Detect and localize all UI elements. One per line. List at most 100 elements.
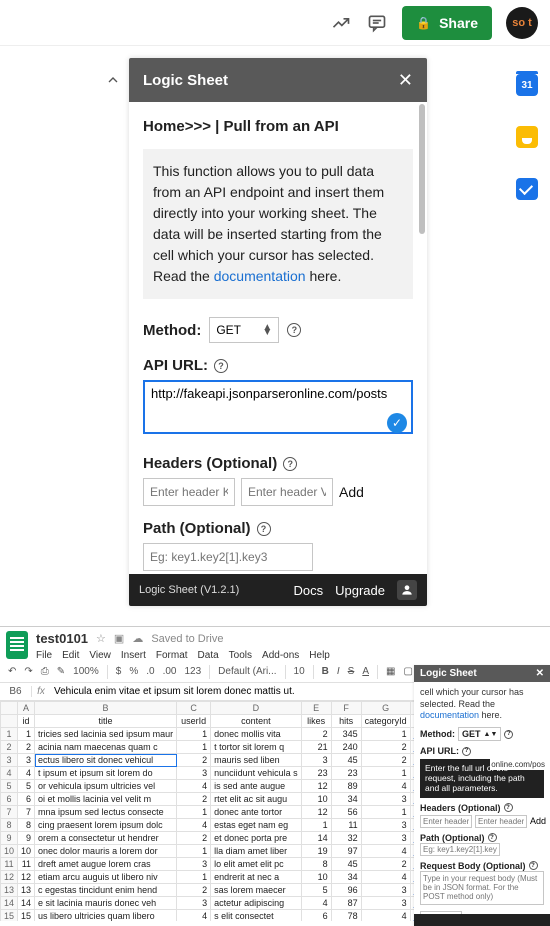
menu-insert[interactable]: Insert (121, 650, 146, 661)
url-label: API URL:? (143, 357, 413, 374)
table-row[interactable]: 44t ipsum et ipsum sit lorem do3nunciidu… (1, 767, 457, 780)
help-icon[interactable]: ? (257, 522, 271, 536)
fx-icon: fx (32, 686, 50, 697)
table-row[interactable]: 11tricies sed lacinia sed ipsum maur1don… (1, 728, 457, 741)
col-header[interactable]: G (361, 702, 410, 715)
path-input[interactable] (143, 543, 313, 571)
user-icon[interactable] (397, 580, 417, 600)
font-size[interactable]: 10 (294, 666, 305, 677)
menu-view[interactable]: View (89, 650, 111, 661)
fill-icon[interactable]: ▦ (386, 666, 395, 677)
add-header-button[interactable]: Add (530, 816, 546, 826)
comment-icon[interactable] (366, 12, 388, 34)
bold-icon[interactable]: B (322, 666, 329, 677)
menu-tools[interactable]: Tools (229, 650, 252, 661)
collapse-panel-chevron[interactable] (97, 58, 129, 102)
avatar[interactable]: so t (506, 7, 538, 39)
help-icon[interactable]: ? (488, 833, 497, 842)
select-arrows-icon: ▲▼ (262, 325, 272, 335)
italic-icon[interactable]: I (337, 666, 340, 677)
path-label: Path (Optional)? (143, 520, 413, 537)
move-icon[interactable]: ▣ (114, 632, 124, 645)
lock-icon: 🔒 (416, 16, 431, 30)
table-row[interactable]: 66oi et mollis lacinia vel velit m2rtet … (1, 793, 457, 806)
col-header[interactable]: E (301, 702, 331, 715)
table-row[interactable]: 1212etiam arcu auguis ut libero niv1endr… (1, 871, 457, 884)
spreadsheet-grid[interactable]: ABCDEFGHidtitleuserIdcontentlikeshitscat… (0, 701, 457, 921)
paint-icon[interactable]: ✎ (57, 666, 65, 677)
table-row[interactable]: 99orem a consectetur ut hendrer2et donec… (1, 832, 457, 845)
help-icon[interactable]: ? (462, 747, 471, 756)
zoom-select[interactable]: 100% (73, 666, 99, 677)
saved-label: Saved to Drive (151, 633, 223, 645)
panel-footer: Logic Sheet (V1.2.1) Docs Upgrade (129, 574, 427, 606)
method-label: Method: (143, 322, 201, 339)
help-icon[interactable]: ? (504, 730, 513, 739)
close-icon[interactable]: ✕ (536, 668, 544, 679)
menu-format[interactable]: Format (156, 650, 188, 661)
header-value-input[interactable] (475, 815, 527, 828)
path-input[interactable] (420, 843, 500, 856)
col-header[interactable]: A (18, 702, 35, 715)
menu-data[interactable]: Data (198, 650, 219, 661)
add-header-button[interactable]: Add (339, 484, 364, 500)
scrollbar[interactable] (417, 102, 427, 574)
table-row[interactable]: 1313c egestas tincidunt enim hend2sas lo… (1, 884, 457, 897)
keep-icon[interactable] (516, 126, 538, 148)
description-box: This function allows you to pull data fr… (143, 149, 413, 299)
table-row[interactable]: 1515us libero ultricies quam libero4s el… (1, 910, 457, 922)
method-select[interactable]: GET ▲▼ (209, 317, 279, 343)
documentation-link[interactable]: documentation (420, 710, 479, 720)
table-row[interactable]: 1414e sit lacinia mauris donec veh3actet… (1, 897, 457, 910)
api-url-input[interactable]: http://fakeapi.jsonparseronline.com/post… (143, 380, 413, 434)
menu-file[interactable]: File (36, 650, 52, 661)
col-header[interactable]: F (331, 702, 361, 715)
border-icon[interactable]: ▢ (403, 666, 412, 677)
calendar-icon[interactable]: 31 (516, 74, 538, 96)
header-key-input[interactable] (420, 815, 472, 828)
activity-icon[interactable] (330, 12, 352, 34)
table-row[interactable]: 77mna ipsum sed lectus consecte1donec an… (1, 806, 457, 819)
documentation-link[interactable]: documentation (214, 268, 306, 284)
cell-ref[interactable]: B6 (0, 686, 32, 697)
help-icon[interactable]: ? (529, 861, 538, 870)
col-header[interactable]: D (211, 702, 302, 715)
col-header[interactable]: B (35, 702, 177, 715)
table-row[interactable]: 88cing praesent lorem ipsum dolc4estas e… (1, 819, 457, 832)
table-row[interactable]: 55or vehicula ipsum ultricies vel4is sed… (1, 780, 457, 793)
table-row[interactable]: 1010onec dolor mauris a lorem dor1lla di… (1, 845, 457, 858)
table-row[interactable]: 1111dreft amet augue lorem cras3lo elit … (1, 858, 457, 871)
sheets-logo[interactable] (6, 631, 28, 659)
cloud-icon: ☁ (132, 632, 143, 645)
star-icon[interactable]: ☆ (96, 632, 106, 645)
menu-edit[interactable]: Edit (62, 650, 79, 661)
close-icon[interactable]: ✕ (398, 70, 413, 91)
col-header[interactable] (1, 702, 18, 715)
upgrade-link[interactable]: Upgrade (335, 583, 385, 598)
share-button[interactable]: 🔒 Share (402, 6, 492, 40)
table-row[interactable]: 33ectus libero sit donec vehicul2mauris … (1, 754, 457, 767)
menu-help[interactable]: Help (309, 650, 330, 661)
help-icon[interactable]: ? (214, 359, 228, 373)
help-icon[interactable]: ? (504, 803, 513, 812)
tasks-icon[interactable] (516, 178, 538, 200)
header-value-input[interactable] (241, 478, 333, 506)
menu-add-ons[interactable]: Add-ons (262, 650, 299, 661)
redo-icon[interactable]: ↷ (24, 666, 32, 677)
print-icon[interactable]: ⎙ (41, 666, 49, 677)
col-header[interactable]: C (177, 702, 211, 715)
breadcrumb-home[interactable]: Home (143, 118, 185, 135)
method-select[interactable]: GET▲▼ (458, 727, 501, 741)
help-icon[interactable]: ? (283, 457, 297, 471)
font-select[interactable]: Default (Ari... (218, 666, 276, 677)
help-icon[interactable]: ? (287, 323, 301, 337)
doc-title[interactable]: test0101 (36, 631, 88, 646)
formula-bar[interactable]: Vehicula enim vitae et ipsum sit lorem d… (50, 686, 295, 697)
table-row[interactable]: 22acinia nam maecenas quam c1t tortor si… (1, 741, 457, 754)
strike-icon[interactable]: S (348, 666, 355, 677)
text-color-icon[interactable]: A (362, 666, 369, 677)
undo-icon[interactable]: ↶ (8, 666, 16, 677)
header-key-input[interactable] (143, 478, 235, 506)
body-input[interactable] (420, 871, 544, 905)
docs-link[interactable]: Docs (294, 583, 324, 598)
